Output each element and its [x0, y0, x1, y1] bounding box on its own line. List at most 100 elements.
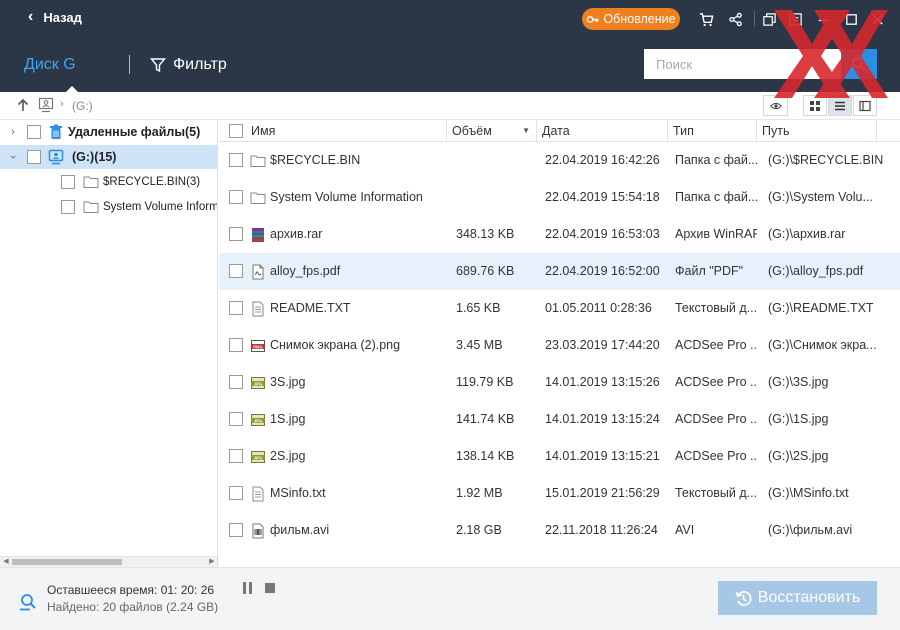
file-name: System Volume Information: [270, 190, 423, 204]
tree-item-system-volume[interactable]: System Volume Informat: [0, 195, 218, 219]
file-name: MSinfo.txt: [270, 486, 326, 500]
table-header: Имя Объём ▼ Дата Тип Путь: [219, 120, 900, 142]
breadcrumb[interactable]: (G:): [72, 99, 93, 113]
table-row[interactable]: PNG Снимок экрана (2).png 3.45 MB 23.03.201…: [219, 327, 900, 364]
menu-icon[interactable]: [786, 10, 804, 28]
table-row[interactable]: README.TXT 1.65 KB 01.05.2011 0:28:36 Текст…: [219, 290, 900, 327]
table-row[interactable]: JPG 1S.jpg 141.74 KB 14.01.2019 13:15:24 ACD…: [219, 401, 900, 438]
list-view-button[interactable]: [828, 95, 852, 116]
row-checkbox[interactable]: [229, 190, 243, 204]
nav-divider: [129, 55, 130, 74]
file-type: Папка с фай...: [675, 153, 757, 167]
row-checkbox[interactable]: [229, 375, 243, 389]
grid-view-button[interactable]: [803, 95, 827, 116]
eye-icon: [769, 102, 782, 109]
header-divider: [754, 11, 755, 27]
close-icon[interactable]: [868, 10, 886, 28]
tree-checkbox[interactable]: [61, 200, 75, 214]
maximize-icon[interactable]: [842, 10, 860, 28]
computer-icon[interactable]: [38, 97, 54, 113]
tree-horizontal-scrollbar[interactable]: ◀ ▶: [0, 556, 217, 567]
column-header-path[interactable]: Путь: [757, 120, 877, 142]
recover-button[interactable]: Восстановить: [718, 581, 877, 615]
filter-icon: [150, 58, 166, 73]
text-file-icon: [252, 301, 264, 317]
file-path: (G:)\1S.jpg: [768, 412, 829, 426]
file-date: 22.04.2019 16:52:00: [545, 264, 660, 278]
row-checkbox[interactable]: [229, 227, 243, 241]
row-checkbox[interactable]: [229, 412, 243, 426]
restore-window-icon[interactable]: [760, 10, 778, 28]
search-input[interactable]: [644, 49, 839, 79]
file-date: 22.04.2019 15:54:18: [545, 190, 660, 204]
tree-item-drive-g[interactable]: › (G:)(15): [0, 145, 217, 169]
table-row[interactable]: фильм.avi 2.18 GB 22.11.2018 11:26:24 AVI (G…: [219, 512, 900, 549]
svg-text:JPG: JPG: [254, 418, 263, 423]
table-row[interactable]: MSinfo.txt 1.92 MB 15.01.2019 21:56:29 Текс…: [219, 475, 900, 512]
scrollbar-thumb[interactable]: [12, 559, 122, 565]
back-button[interactable]: ‹ Назад: [28, 9, 82, 25]
tree-checkbox[interactable]: [27, 125, 41, 139]
table-row[interactable]: System Volume Information 22.04.2019 15:5…: [219, 179, 900, 216]
jpg-icon: JPG: [251, 414, 265, 426]
cart-icon[interactable]: [697, 10, 715, 28]
grid-view-icon: [810, 100, 820, 111]
scan-icon: [20, 594, 36, 611]
row-checkbox[interactable]: [229, 338, 243, 352]
scroll-left-icon[interactable]: ◀: [1, 557, 11, 567]
chevron-right-icon[interactable]: ›: [8, 126, 18, 138]
scroll-right-icon[interactable]: ▶: [207, 557, 217, 567]
jpg-icon: JPG: [251, 451, 265, 463]
column-header-type[interactable]: Тип: [668, 120, 757, 142]
tree-item-deleted-files[interactable]: › Удаленные файлы(5): [0, 120, 217, 144]
trash-icon: [50, 124, 62, 139]
file-path: (G:)\архив.rar: [768, 227, 846, 241]
chevron-down-icon[interactable]: ›: [7, 152, 19, 162]
preview-button[interactable]: [763, 95, 788, 116]
table-row[interactable]: JPG 2S.jpg 138.14 KB 14.01.2019 13:15:21 ACD…: [219, 438, 900, 475]
row-checkbox[interactable]: [229, 264, 243, 278]
folder-icon: [83, 176, 99, 188]
row-checkbox[interactable]: [229, 153, 243, 167]
pause-button[interactable]: [243, 582, 253, 594]
column-header-name[interactable]: Имя: [246, 120, 447, 142]
search-button[interactable]: [841, 49, 877, 79]
found-count: Найдено: 20 файлов (2.24 GB): [47, 600, 219, 614]
rar-icon: [252, 228, 264, 242]
video-file-icon: [252, 523, 264, 539]
file-date: 22.04.2019 16:42:26: [545, 153, 660, 167]
table-row[interactable]: архив.rar 348.13 KB 22.04.2019 16:53:03 Арх…: [219, 216, 900, 253]
tab-disk-g[interactable]: Диск G: [24, 56, 76, 74]
detail-view-button[interactable]: [853, 95, 877, 116]
column-header-date[interactable]: Дата: [537, 120, 668, 142]
table-row[interactable]: alloy_fps.pdf 689.76 KB 22.04.2019 16:52:0…: [219, 253, 900, 290]
select-all-checkbox[interactable]: [229, 124, 243, 138]
svg-text:JPG: JPG: [254, 381, 263, 386]
column-header-size[interactable]: Объём ▼: [447, 120, 537, 142]
tree-checkbox[interactable]: [27, 150, 41, 164]
pdf-icon: [252, 264, 264, 280]
file-size: 3.45 MB: [456, 338, 503, 352]
table-row[interactable]: JPG 3S.jpg 119.79 KB 14.01.2019 13:15:26 ACD…: [219, 364, 900, 401]
row-checkbox[interactable]: [229, 449, 243, 463]
tree-checkbox[interactable]: [61, 175, 75, 189]
column-label: Дата: [542, 124, 570, 138]
search-icon: [852, 57, 867, 72]
up-arrow-icon[interactable]: [15, 97, 31, 113]
row-checkbox[interactable]: [229, 486, 243, 500]
filter-button[interactable]: Фильтр: [150, 56, 227, 74]
file-size: 141.74 KB: [456, 412, 515, 426]
file-size: 2.18 GB: [456, 523, 502, 537]
stop-button[interactable]: [265, 583, 275, 593]
tree-item-recycle-bin[interactable]: $RECYCLE.BIN(3): [0, 170, 217, 194]
update-button[interactable]: Обновление: [582, 8, 680, 30]
file-type: AVI: [675, 523, 695, 537]
row-checkbox[interactable]: [229, 523, 243, 537]
row-checkbox[interactable]: [229, 301, 243, 315]
file-name: README.TXT: [270, 301, 351, 315]
minimize-icon[interactable]: [814, 10, 832, 28]
tree-item-label: System Volume Informat: [103, 201, 218, 213]
share-icon[interactable]: [726, 10, 744, 28]
table-row[interactable]: $RECYCLE.BIN 22.04.2019 16:42:26 Папка с ф…: [219, 142, 900, 179]
file-date: 15.01.2019 21:56:29: [545, 486, 660, 500]
